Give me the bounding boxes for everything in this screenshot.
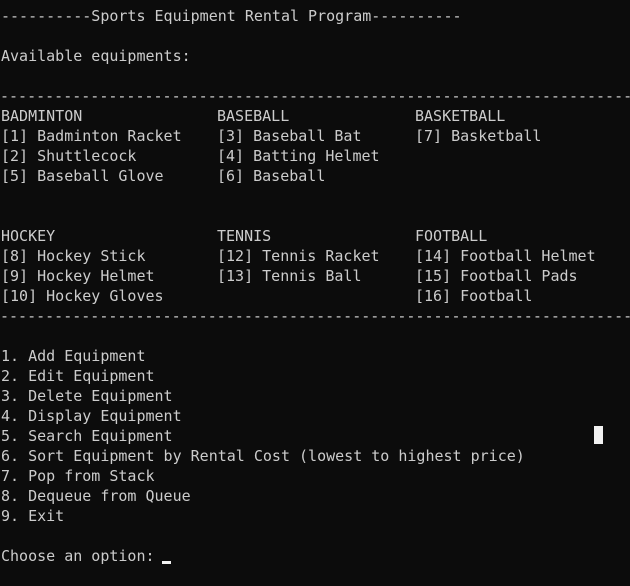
menu-item-search-equipment: 5. Search Equipment	[1, 427, 173, 445]
category-header-baseball: BASEBALL	[217, 107, 290, 125]
divider-top: ----------------------------------------…	[0, 87, 630, 105]
available-equipments-label: Available equipments:	[1, 47, 191, 65]
category-header-hockey: HOCKEY	[1, 227, 56, 245]
text-cursor	[162, 561, 171, 564]
equipment-item: [16] Football	[415, 287, 533, 305]
equipment-item: [12] Tennis Racket	[217, 247, 380, 265]
scrollbar-thumb[interactable]	[594, 426, 603, 444]
menu-item-exit: 9. Exit	[1, 507, 65, 525]
menu-item-sort-equipment: 6. Sort Equipment by Rental Cost (lowest…	[1, 447, 525, 465]
menu-item-delete-equipment: 3. Delete Equipment	[1, 387, 173, 405]
equipment-item: [3] Baseball Bat	[217, 127, 362, 145]
equipment-item: [2] Shuttlecock	[1, 147, 137, 165]
equipment-item: [8] Hockey Stick	[1, 247, 146, 265]
equipment-item: [4] Batting Helmet	[217, 147, 380, 165]
category-header-basketball: BASKETBALL	[415, 107, 506, 125]
equipment-item: [14] Football Helmet	[415, 247, 596, 265]
category-header-badminton: BADMINTON	[1, 107, 83, 125]
category-header-tennis: TENNIS	[217, 227, 272, 245]
menu-item-add-equipment: 1. Add Equipment	[1, 347, 146, 365]
equipment-item: [10] Hockey Gloves	[1, 287, 164, 305]
terminal-window: ----------Sports Equipment Rental Progra…	[0, 0, 630, 586]
menu-item-pop-stack: 7. Pop from Stack	[1, 467, 155, 485]
category-header-football: FOOTBALL	[415, 227, 488, 245]
program-title: ----------Sports Equipment Rental Progra…	[1, 7, 462, 25]
equipment-item: [9] Hockey Helmet	[1, 267, 155, 285]
divider-bottom: ----------------------------------------…	[0, 307, 630, 325]
menu-item-dequeue: 8. Dequeue from Queue	[1, 487, 191, 505]
equipment-item: [7] Basketball	[415, 127, 542, 145]
option-prompt[interactable]: Choose an option:	[1, 546, 164, 566]
equipment-item: [6] Baseball	[217, 167, 326, 185]
equipment-item: [15] Football Pads	[415, 267, 578, 285]
equipment-item: [13] Tennis Ball	[217, 267, 362, 285]
equipment-item: [5] Baseball Glove	[1, 167, 164, 185]
menu-item-edit-equipment: 2. Edit Equipment	[1, 367, 155, 385]
equipment-item: [1] Badminton Racket	[1, 127, 182, 145]
menu-item-display-equipment: 4. Display Equipment	[1, 407, 182, 425]
